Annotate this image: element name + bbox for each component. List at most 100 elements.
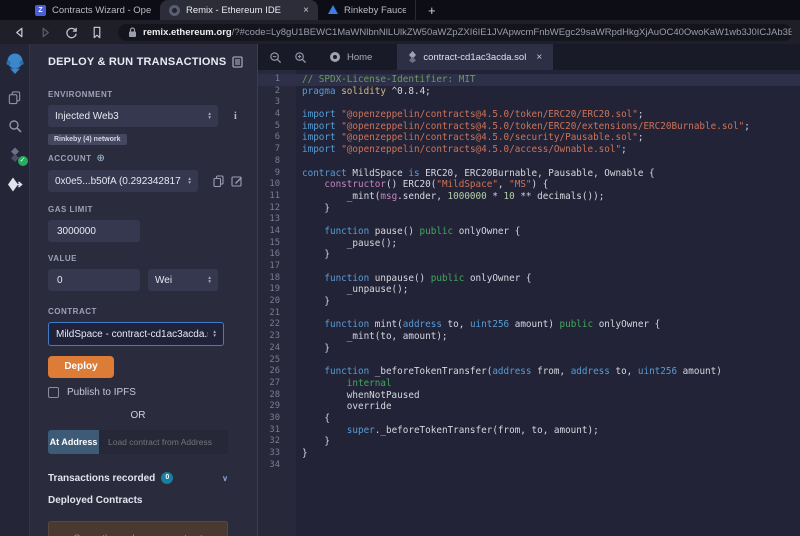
deploy-run-panel: DEPLOY & RUN TRANSACTIONS ENVIRONMENT In… <box>30 44 258 536</box>
value-unit-select[interactable]: Wei ▴ ▾ <box>148 269 218 291</box>
remix-home-icon <box>329 51 341 63</box>
close-tab-icon[interactable]: × <box>303 5 309 16</box>
remix-logo-icon[interactable] <box>3 51 27 77</box>
browser-tab-rinkeby[interactable]: Rinkeby Faucet <box>318 0 416 20</box>
remix-favicon <box>169 4 180 16</box>
back-icon[interactable] <box>8 23 30 41</box>
account-select[interactable]: 0x0e5...b50fA (0.292342817 ▴ ▾ <box>48 170 198 192</box>
deploy-button[interactable]: Deploy <box>48 356 114 378</box>
code-line[interactable]: 34 <box>258 460 800 472</box>
code-line[interactable]: 25 <box>258 355 800 367</box>
code-line[interactable]: 17 <box>258 261 800 273</box>
publish-ipfs-checkbox[interactable] <box>48 387 59 398</box>
add-account-icon[interactable]: ⊕ <box>97 153 106 164</box>
code-line[interactable]: 30 { <box>258 413 800 425</box>
line-number: 7 <box>274 144 280 155</box>
browser-tab-openzeppelin[interactable]: Z Contracts Wizard - OpenZeppelin D <box>26 0 160 20</box>
code-line[interactable]: 26 function _beforeTokenTransfer(address… <box>258 366 800 378</box>
code-line[interactable]: 22 function mint(address to, uint256 amo… <box>258 319 800 331</box>
deploy-run-icon[interactable] <box>6 175 24 193</box>
code-line[interactable]: 8 <box>258 156 800 168</box>
zoom-in-icon[interactable] <box>292 49 308 65</box>
url-bar[interactable]: remix.ethereum.org/?#code=Ly8gU1BEWC1MaW… <box>118 23 792 41</box>
code-line[interactable]: 14 function pause() public onlyOwner { <box>258 226 800 238</box>
line-number: 10 <box>269 179 280 190</box>
tab-home[interactable]: Home <box>318 44 383 70</box>
account-label-text: ACCOUNT <box>48 154 92 163</box>
environment-select[interactable]: Injected Web3 ▴ ▾ <box>48 105 218 127</box>
line-number: 3 <box>274 97 280 108</box>
code-line[interactable]: 24 } <box>258 343 800 355</box>
line-number: 6 <box>274 132 280 143</box>
code-line[interactable]: 15 _pause(); <box>258 238 800 250</box>
or-divider: OR <box>130 410 146 421</box>
environment-info-icon[interactable]: i <box>234 111 237 122</box>
line-number: 20 <box>269 296 280 307</box>
code-line[interactable]: 4 import "@openzeppelin/contracts@4.5.0/t… <box>258 109 800 121</box>
code-line[interactable]: 20 } <box>258 296 800 308</box>
compiler-success-badge: ✓ <box>17 156 28 166</box>
line-number: 15 <box>269 237 280 248</box>
code-line[interactable]: 18 function unpause() public onlyOwner { <box>258 273 800 285</box>
url-path: /?#code=Ly8gU1BEWC1MaWNlbnNlLUlkZW50aWZp… <box>231 26 792 38</box>
code-line[interactable]: 21 <box>258 308 800 320</box>
network-badge: Rinkeby (4) network <box>48 134 127 145</box>
solidity-file-icon <box>408 51 417 63</box>
dropdown-caret-icon: ▴ ▾ <box>208 111 211 121</box>
panel-title: DEPLOY & RUN TRANSACTIONS <box>48 56 227 68</box>
forward-icon[interactable] <box>34 23 56 41</box>
solidity-compiler-icon[interactable]: ✓ <box>6 146 28 166</box>
code-line[interactable]: 1// SPDX-License-Identifier: MIT <box>258 74 800 86</box>
new-tab-button[interactable]: + <box>416 3 448 18</box>
gas-limit-label: GAS LIMIT <box>48 205 93 214</box>
copy-account-icon[interactable] <box>213 175 224 187</box>
code-line[interactable]: 3 <box>258 97 800 109</box>
code-line[interactable]: 7 import "@openzeppelin/contracts@4.5.0/a… <box>258 144 800 156</box>
code-line[interactable]: 33} <box>258 448 800 460</box>
code-line[interactable]: 11 _mint(msg.sender, 1000000 * 10 ** dec… <box>258 191 800 203</box>
code-line[interactable]: 19 _unpause(); <box>258 284 800 296</box>
code-line[interactable]: 12 } <box>258 203 800 215</box>
at-address-input[interactable] <box>99 430 228 454</box>
code-line[interactable]: 2 pragma solidity ^0.8.4; <box>258 86 800 98</box>
chevron-down-icon[interactable]: ∨ <box>222 474 228 483</box>
code-line[interactable]: 9 contract MildSpace is ERC20, ERC20Burna… <box>258 168 800 180</box>
browser-tab-remix[interactable]: Remix - Ethereum IDE × <box>160 0 318 20</box>
edit-account-icon[interactable] <box>231 175 243 187</box>
line-number: 24 <box>269 342 280 353</box>
bookmark-icon[interactable] <box>86 23 108 41</box>
value-input[interactable] <box>48 269 140 291</box>
code-line[interactable]: 31 super._beforeTokenTransfer(from, to, … <box>258 425 800 437</box>
tab-contract-file[interactable]: contract-cd1ac3acda.sol × <box>397 44 554 70</box>
publish-ipfs-label: Publish to IPFS <box>67 387 136 398</box>
code-line[interactable]: 16 } <box>258 249 800 261</box>
at-address-button[interactable]: At Address <box>48 430 99 454</box>
line-number: 11 <box>269 190 280 201</box>
contract-select[interactable]: MildSpace - contract-cd1ac3acda.sol ▴ ▾ <box>48 322 224 346</box>
deployed-contracts-label: Deployed Contracts <box>48 495 143 506</box>
reload-icon[interactable] <box>60 23 82 41</box>
line-number: 4 <box>274 109 280 120</box>
zoom-out-icon[interactable] <box>267 49 283 65</box>
editor-area: Home contract-cd1ac3acda.sol × 1// SPDX-… <box>258 44 800 536</box>
code-editor[interactable]: 1// SPDX-License-Identifier: MIT 2 pragma … <box>258 70 800 536</box>
code-line[interactable]: 6 import "@openzeppelin/contracts@4.5.0/s… <box>258 132 800 144</box>
line-number: 34 <box>269 459 280 470</box>
code-line[interactable]: 13 <box>258 214 800 226</box>
account-label: ACCOUNT ⊕ <box>48 153 243 164</box>
code-line[interactable]: 10 constructor() ERC20("MildSpace", "MS"… <box>258 179 800 191</box>
code-line[interactable]: 32 } <box>258 436 800 448</box>
close-file-icon[interactable]: × <box>536 52 542 63</box>
gas-limit-input[interactable] <box>48 220 140 242</box>
panel-docs-icon[interactable] <box>232 56 243 68</box>
contract-label: CONTRACT <box>48 307 97 316</box>
code-line[interactable]: 28 whenNotPaused <box>258 390 800 402</box>
line-number: 25 <box>269 354 280 365</box>
code-line[interactable]: 27 internal <box>258 378 800 390</box>
code-line[interactable]: 23 _mint(to, amount); <box>258 331 800 343</box>
file-explorer-icon[interactable] <box>6 88 24 106</box>
search-icon[interactable] <box>6 117 24 135</box>
code-line[interactable]: 29 override <box>258 401 800 413</box>
line-number: 1 <box>274 74 280 84</box>
code-line[interactable]: 5 import "@openzeppelin/contracts@4.5.0/t… <box>258 121 800 133</box>
